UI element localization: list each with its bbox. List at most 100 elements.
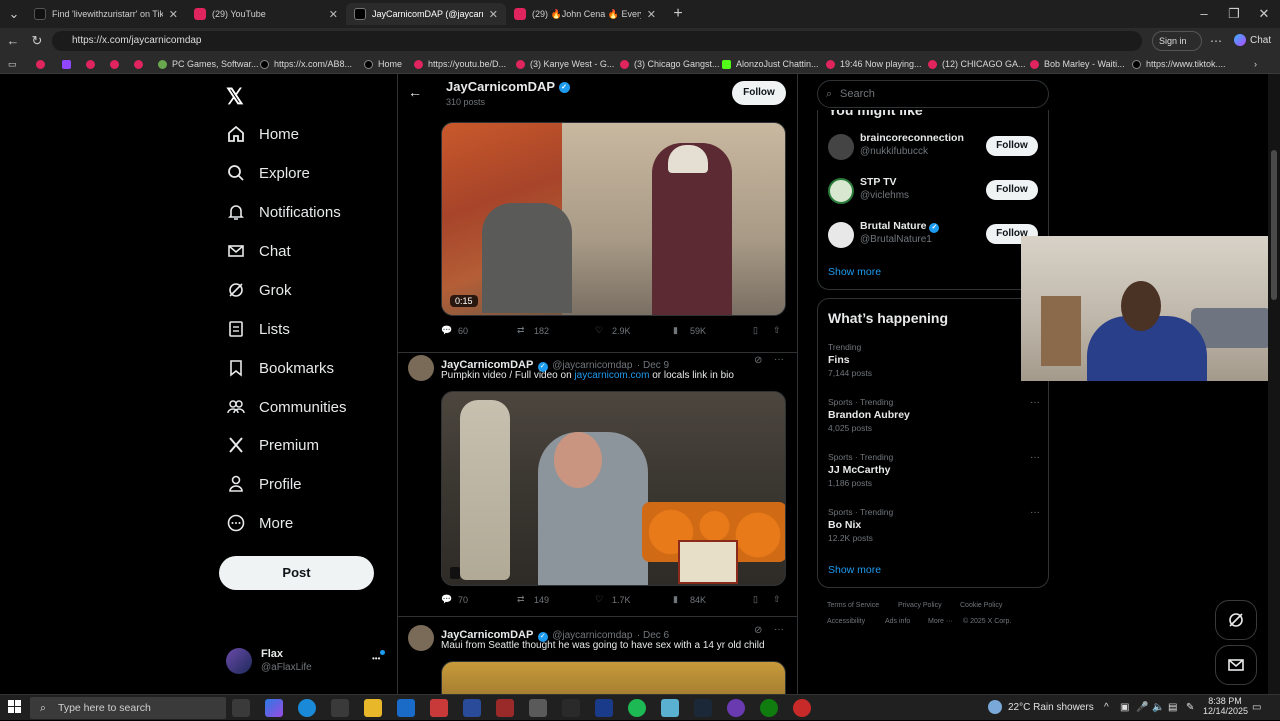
outlook-icon[interactable] [397, 699, 415, 717]
app-icon[interactable] [793, 699, 811, 717]
bookmark-item[interactable]: Bob Marley - Waiti... [1030, 57, 1125, 71]
microphone-icon[interactable]: 🎤 [1136, 695, 1148, 721]
close-window-button[interactable]: ✕ [1254, 4, 1274, 24]
nav-item-communities[interactable]: Communities [226, 392, 347, 422]
close-icon[interactable]: ✕ [329, 8, 338, 21]
follow-suggestion[interactable]: braincoreconnection @nukkifubucck Follow [828, 132, 1038, 166]
bookmark-item[interactable]: (12) CHICAGO GA... [928, 57, 1026, 71]
spotify-icon[interactable] [628, 699, 646, 717]
repost-button[interactable]: ⇄ 182 [517, 325, 549, 337]
footer-link[interactable]: Cookie Policy [960, 602, 1002, 609]
nav-item-premium[interactable]: Premium [226, 430, 319, 460]
network-icon[interactable]: ▤ [1168, 695, 1177, 721]
clock[interactable]: 8:38 PM 12/14/2025 [1203, 696, 1248, 716]
like-button[interactable]: ♡ 1.7K [595, 594, 631, 606]
bookmark-item[interactable]: AlonzoJust Chattin... [722, 57, 819, 71]
nav-item-more[interactable]: More [226, 508, 293, 538]
views-button[interactable]: ▮ 59K [673, 325, 706, 337]
task-view-icon[interactable] [232, 699, 250, 717]
post-button[interactable]: Post [219, 556, 374, 590]
account-switcher[interactable]: Flax @aFlaxLife ••• [226, 646, 386, 676]
bookmark-twitch[interactable] [62, 57, 76, 71]
bookmark-button[interactable]: ▯ [753, 325, 758, 336]
minimize-button[interactable]: – [1194, 4, 1214, 24]
grok-floating-button[interactable] [1215, 600, 1257, 640]
bookmark-item[interactable]: https://youtu.be/D... [414, 57, 506, 71]
maximize-button[interactable]: ❐ [1224, 4, 1244, 24]
bookmark-item[interactable]: Home [364, 57, 402, 71]
bookmark-item[interactable]: https://x.com/AB8... [260, 57, 352, 71]
footer-link[interactable]: Terms of Service [827, 602, 879, 609]
store-icon[interactable] [331, 699, 349, 717]
file-explorer-icon[interactable] [364, 699, 382, 717]
app-icon[interactable] [529, 699, 547, 717]
trend-item[interactable]: Trending Fins 7,144 posts [828, 342, 1040, 386]
new-tab-button[interactable]: + [668, 4, 688, 24]
nav-item-home[interactable]: Home [226, 119, 299, 149]
show-more-link[interactable]: Show more [828, 564, 881, 576]
scrollbar-thumb[interactable] [1271, 150, 1277, 300]
follow-suggestion[interactable]: Brutal Nature ✓ @BrutalNature1 Follow [828, 220, 1038, 254]
app-icon[interactable] [430, 699, 448, 717]
app-icon[interactable] [727, 699, 745, 717]
app-icon[interactable] [562, 699, 580, 717]
bookmark-youtube[interactable] [36, 57, 50, 71]
taskbar-search[interactable]: ⌕ Type here to search [30, 697, 226, 719]
app-icon[interactable] [661, 699, 679, 717]
trend-item[interactable]: Sports · Trending Brandon Aubrey 4,025 p… [828, 397, 1040, 441]
nav-item-profile[interactable]: Profile [226, 469, 302, 499]
chevron-right-icon[interactable]: › [1254, 57, 1257, 71]
avatar[interactable] [408, 625, 434, 651]
nav-item-chat[interactable]: Chat [226, 236, 291, 266]
footer-link[interactable]: Ads info [885, 618, 910, 625]
nav-item-explore[interactable]: Explore [226, 158, 310, 188]
address-bar[interactable]: https://x.com/jaycarnicomdap [52, 31, 1142, 51]
repost-button[interactable]: ⇄ 149 [517, 594, 549, 606]
grok-icon[interactable]: ⊘ [754, 355, 762, 366]
follow-suggestion[interactable]: STP TV @viclehms Follow [828, 176, 1038, 210]
close-icon[interactable]: ✕ [169, 8, 178, 21]
like-button[interactable]: ♡ 2.9K [595, 325, 631, 337]
tray-chevron-icon[interactable]: ^ [1104, 695, 1109, 721]
show-more-link[interactable]: Show more [828, 266, 881, 278]
bookmark-youtube[interactable] [134, 57, 148, 71]
tweet-video[interactable] [441, 661, 786, 694]
share-button[interactable]: ⇧ [773, 594, 781, 605]
tab-youtube-cena[interactable]: (29) 🔥John Cena 🔥 Everywhere🔥 ✕ [506, 3, 664, 25]
search-input[interactable]: ⌕ Search [817, 80, 1049, 108]
reply-button[interactable]: 💬 70 [441, 594, 468, 606]
steam-icon[interactable] [694, 699, 712, 717]
nav-item-grok[interactable]: Grok [226, 275, 292, 305]
nav-item-bookmarks[interactable]: Bookmarks [226, 353, 334, 383]
back-arrow-icon[interactable]: ← [408, 84, 422, 100]
bookmark-item[interactable]: (3) Kanye West - G... [516, 57, 614, 71]
xbox-icon[interactable] [760, 699, 778, 717]
follow-button[interactable]: Follow [986, 136, 1038, 156]
tweet-video[interactable]: 0:15 [441, 122, 786, 316]
refresh-icon[interactable]: ↻ [27, 31, 47, 51]
footer-link[interactable]: Privacy Policy [898, 602, 942, 609]
app-icon[interactable] [496, 699, 514, 717]
bookmark-item[interactable]: https://www.tiktok.... [1132, 57, 1226, 71]
bookmark-youtube[interactable] [86, 57, 100, 71]
close-icon[interactable]: ✕ [489, 8, 498, 21]
bookmark-item[interactable]: PC Games, Softwar... [158, 57, 259, 71]
more-icon[interactable]: ••• [372, 654, 380, 663]
tab-youtube[interactable]: (29) YouTube ✕ [186, 3, 346, 25]
notification-center-icon[interactable]: ▭ [1252, 695, 1261, 721]
speaker-icon[interactable]: 🔈 [1152, 695, 1164, 721]
grok-icon[interactable]: ⊘ [754, 625, 762, 636]
tweet-link[interactable]: jaycarnicom.com [574, 370, 649, 381]
back-icon[interactable]: ← [3, 31, 23, 51]
tab-list-icon[interactable]: ⌄ [4, 4, 24, 24]
app-icon[interactable] [463, 699, 481, 717]
footer-link[interactable]: Accessibility [827, 618, 865, 625]
pen-icon[interactable]: ✎ [1186, 695, 1194, 721]
bookmark-youtube[interactable] [110, 57, 124, 71]
app-icon[interactable] [595, 699, 613, 717]
nav-item-notifications[interactable]: Notifications [226, 197, 341, 227]
views-button[interactable]: ▮ 84K [673, 594, 706, 606]
reply-button[interactable]: 💬 60 [441, 325, 468, 337]
edge-icon[interactable] [298, 699, 316, 717]
share-button[interactable]: ⇧ [773, 325, 781, 336]
